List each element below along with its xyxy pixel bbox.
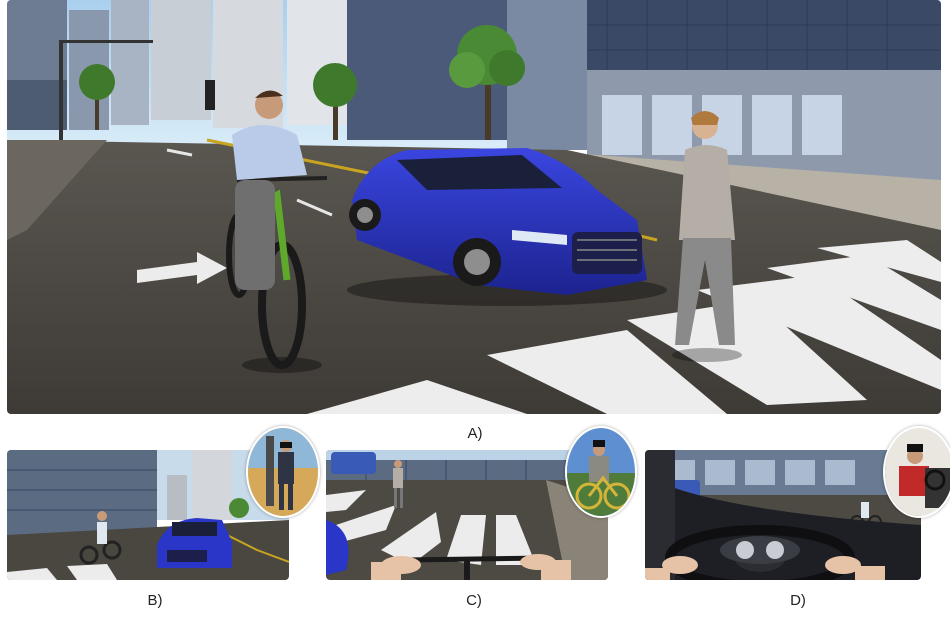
panel-c-label: C) — [466, 592, 482, 609]
panel-d-label: D) — [790, 592, 806, 609]
left-buildings — [7, 0, 347, 130]
bus — [331, 452, 376, 474]
tree — [229, 498, 249, 518]
panel-a-scene — [7, 0, 941, 414]
blue-sedan-car — [157, 518, 232, 568]
panel-c-participant-inset — [565, 426, 637, 518]
panel-d-participant-inset — [883, 426, 950, 518]
panel-a-label: A) — [467, 425, 483, 442]
panel-b-label: B) — [147, 592, 163, 609]
panel-d-scene — [645, 450, 921, 580]
panel-b-participant-inset — [246, 426, 320, 518]
